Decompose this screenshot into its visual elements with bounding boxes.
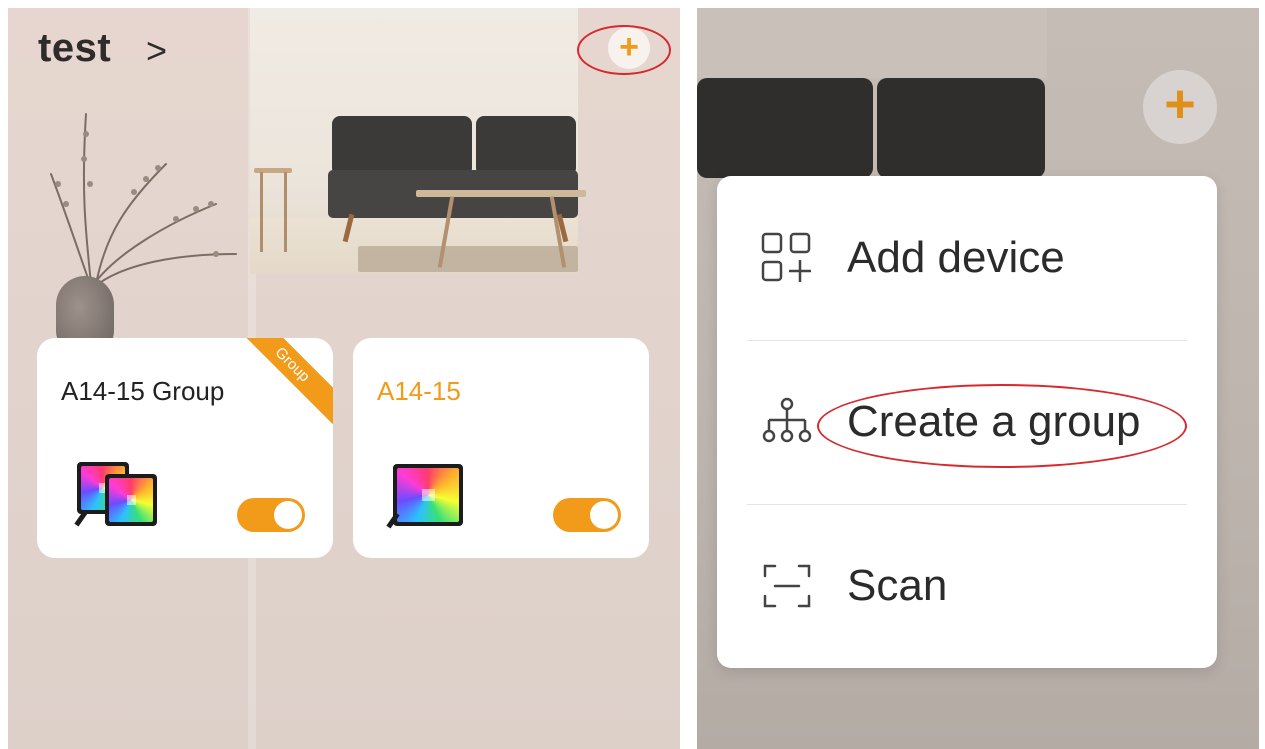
highlight-circle-add-button xyxy=(577,25,671,75)
side-table-leg xyxy=(260,172,263,252)
device-toggle[interactable] xyxy=(237,498,305,532)
add-menu-popup: Add device Create a group Scan xyxy=(717,176,1217,668)
device-toggle[interactable] xyxy=(553,498,621,532)
dried-branches-decoration xyxy=(50,113,237,285)
rug xyxy=(358,246,578,272)
sofa-background xyxy=(877,78,1045,178)
device-card-group[interactable]: A14-15 Group Group xyxy=(37,338,333,558)
add-button[interactable]: + xyxy=(1143,70,1217,144)
background-wall xyxy=(697,8,1047,78)
plus-icon: + xyxy=(1164,74,1196,134)
device-card-title: A14-15 xyxy=(377,376,461,406)
side-table-leg xyxy=(284,172,287,252)
menu-item-add-device[interactable]: Add device xyxy=(717,176,1217,340)
device-card-title: A14-15 Group xyxy=(61,376,225,406)
toggle-knob xyxy=(274,501,302,529)
coffee-table xyxy=(416,190,586,197)
add-device-icon xyxy=(761,232,811,282)
scan-icon xyxy=(763,564,811,608)
group-badge: Group xyxy=(229,338,333,428)
chevron-right-icon[interactable]: > xyxy=(146,30,167,72)
group-hierarchy-icon xyxy=(762,397,812,443)
menu-item-label: Add device xyxy=(847,233,1065,282)
sofa-back-left xyxy=(332,116,472,176)
toggle-knob xyxy=(590,501,618,529)
led-panel-icon xyxy=(383,464,473,534)
sofa-back-right xyxy=(476,116,576,176)
led-panel-group-icon xyxy=(73,458,163,528)
highlight-ellipse-create-group xyxy=(817,384,1187,468)
add-menu-screen: + Add device Create a group Scan xyxy=(697,8,1259,749)
menu-item-label: Scan xyxy=(847,561,948,610)
menu-item-scan[interactable]: Scan xyxy=(717,504,1217,668)
home-screen: test > + A14-15 Group Group A14-15 xyxy=(8,8,680,749)
home-title[interactable]: test xyxy=(38,26,111,71)
room-background-photo xyxy=(250,8,586,274)
device-card-single[interactable]: A14-15 xyxy=(353,338,649,558)
sofa-background xyxy=(697,78,873,178)
